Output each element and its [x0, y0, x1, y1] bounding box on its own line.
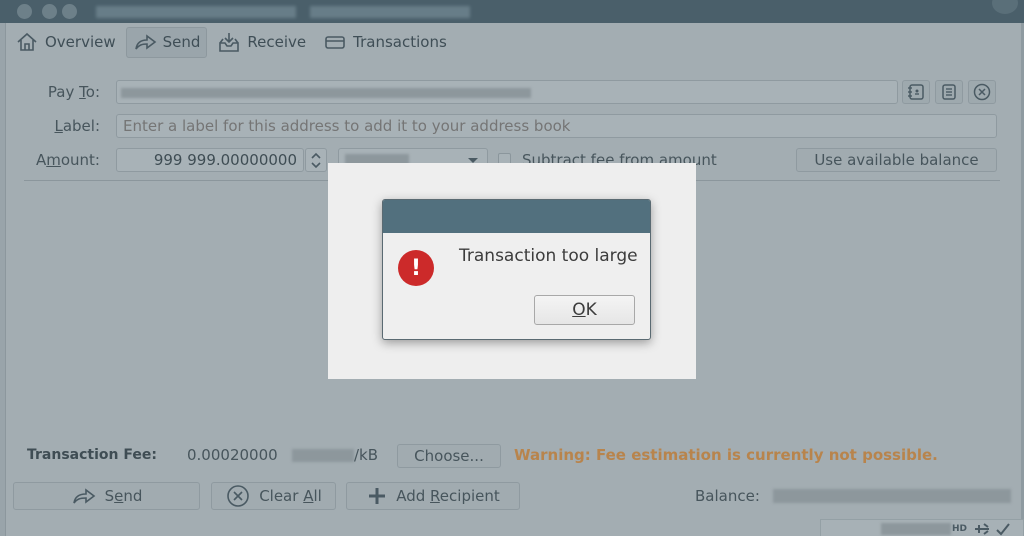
- tab-send[interactable]: Send: [125, 26, 208, 58]
- add-recipient-suffix: ecipient: [439, 487, 500, 505]
- tab-send-label: Send: [162, 33, 201, 51]
- fee-unit-suffix: /kB: [354, 446, 379, 464]
- fee-value: 0.00020000: [187, 446, 278, 464]
- dialog-ok-button[interactable]: OK: [534, 295, 635, 325]
- address-book-icon: [908, 84, 924, 100]
- label-input[interactable]: [116, 114, 997, 138]
- window-titlebar: [0, 0, 1024, 23]
- ok-suffix: K: [585, 300, 597, 320]
- choose-fee-button[interactable]: Choose...: [397, 444, 501, 468]
- clear-all-mnemonic: A: [303, 487, 314, 505]
- error-icon: !: [398, 250, 434, 286]
- address-book-button[interactable]: [902, 80, 930, 104]
- pay-to-label-mnemonic: T: [79, 83, 86, 101]
- add-recipient-mnemonic: R: [430, 487, 440, 505]
- card-icon: [325, 36, 345, 49]
- choose-fee-label: Choose...: [414, 447, 484, 465]
- dialog-message: Transaction too large: [459, 246, 638, 266]
- main-toolbar: Overview Send Receive Transactions: [8, 26, 457, 58]
- amount-label: Amount:: [20, 151, 100, 169]
- clear-all-suffix: ll: [313, 487, 322, 505]
- label-field-label: Label:: [20, 117, 100, 135]
- tab-overview[interactable]: Overview: [8, 27, 123, 58]
- spinner-arrows-icon: [311, 152, 321, 169]
- plus-icon: [369, 488, 386, 504]
- pay-to-label-prefix: Pay: [47, 83, 80, 101]
- send-button[interactable]: Send: [13, 482, 200, 510]
- pay-to-label-suffix: o:: [85, 83, 100, 101]
- tab-receive[interactable]: Receive: [210, 27, 313, 58]
- clear-all-prefix: Clear: [259, 487, 304, 505]
- balance-value-obscured: [773, 489, 1011, 503]
- add-recipient-button[interactable]: Add Recipient: [346, 482, 520, 510]
- fee-unit-obscured: [292, 449, 354, 462]
- add-recipient-prefix: Add: [396, 487, 431, 505]
- clear-all-label: Clear All: [259, 487, 322, 505]
- amount-input[interactable]: 999 999.00000000: [116, 148, 304, 172]
- amount-label-mnemonic: m: [46, 151, 61, 169]
- fee-label: Transaction Fee:: [27, 447, 157, 463]
- clear-address-button[interactable]: [968, 80, 996, 104]
- tab-transactions-label: Transactions: [353, 33, 447, 51]
- amount-value: 999 999.00000000: [153, 151, 297, 169]
- window-title-extra: [310, 6, 470, 18]
- amount-label-prefix: A: [35, 151, 47, 169]
- dialog-titlebar: [383, 200, 650, 233]
- send-label-suffix: nd: [123, 487, 143, 505]
- amount-label-suffix: ount:: [60, 151, 100, 169]
- status-bar: HD: [820, 519, 1024, 536]
- status-unit-obscured: [881, 523, 951, 535]
- paste-button[interactable]: [935, 80, 963, 104]
- use-available-balance-label: Use available balance: [814, 151, 979, 169]
- label-field-label-mnemonic: L: [54, 117, 63, 135]
- clear-all-button[interactable]: Clear All: [211, 482, 336, 510]
- send-arrow-icon: [72, 488, 95, 504]
- error-dialog: ! Transaction too large OK: [382, 199, 651, 340]
- window-left-edge: [0, 23, 6, 536]
- pay-to-value-obscured: [121, 88, 531, 98]
- minimize-window-button[interactable]: [42, 4, 57, 19]
- label-field-label-suffix: abel:: [62, 117, 100, 135]
- ok-mnemonic: O: [572, 300, 586, 320]
- maximize-window-button[interactable]: [62, 4, 77, 19]
- clear-icon: [973, 83, 991, 101]
- balance-label: Balance:: [695, 487, 760, 505]
- pay-to-input[interactable]: [116, 80, 898, 104]
- clear-icon: [227, 485, 249, 507]
- window-corner-icon: [992, 0, 1018, 14]
- tab-transactions[interactable]: Transactions: [316, 27, 454, 58]
- send-label-mnemonic: e: [114, 487, 124, 505]
- close-window-button[interactable]: [17, 4, 32, 19]
- hd-indicator: HD: [952, 524, 968, 534]
- send-button-label: Send: [105, 487, 143, 505]
- paste-icon: [942, 84, 956, 100]
- send-arrow-icon: [134, 34, 156, 50]
- window-title: [96, 6, 296, 18]
- tab-receive-label: Receive: [247, 33, 307, 51]
- send-label-prefix: S: [104, 487, 115, 505]
- use-available-balance-button[interactable]: Use available balance: [796, 148, 997, 172]
- pay-to-label: Pay To:: [20, 83, 100, 101]
- amount-spinner[interactable]: [305, 148, 327, 172]
- receive-inbox-icon: [219, 33, 240, 52]
- tab-overview-label: Overview: [45, 33, 116, 51]
- add-recipient-label: Add Recipient: [396, 487, 500, 505]
- network-connections-icon[interactable]: [973, 522, 991, 536]
- home-icon: [17, 32, 37, 51]
- fee-warning: Warning: Fee estimation is currently not…: [514, 446, 938, 464]
- synced-check-icon[interactable]: [995, 522, 1011, 536]
